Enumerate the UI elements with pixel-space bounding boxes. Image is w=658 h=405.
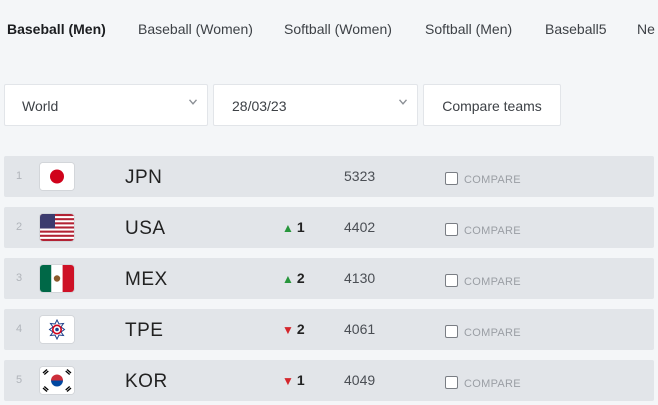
team-code: JPN	[125, 167, 163, 188]
chinese-taipei-flag-icon	[40, 316, 74, 343]
tab-baseball-women[interactable]: Baseball (Women)	[138, 21, 253, 37]
team-points: 4130	[344, 270, 376, 286]
rank-number: 1	[16, 170, 23, 182]
date-select[interactable]: 28/03/23	[213, 84, 418, 126]
team-points: 4402	[344, 219, 376, 235]
ranking-row: 4 TPE ▼ 2 4061 COMPARE	[4, 309, 654, 350]
tab-baseball-men[interactable]: Baseball (Men)	[7, 21, 106, 37]
checkbox-box[interactable]	[445, 172, 458, 185]
ranking-row: 2 USA ▲ 1 4402 COMPARE	[4, 207, 654, 248]
compare-label: COMPARE	[464, 378, 521, 390]
movement-value: 1	[296, 372, 305, 388]
tab-softball-women[interactable]: Softball (Women)	[284, 21, 392, 37]
arrow-up-icon: ▲	[282, 272, 294, 286]
team-code: MEX	[125, 269, 168, 290]
rank-movement: ▲ 1	[282, 219, 305, 235]
team-points: 4049	[344, 372, 376, 388]
compare-teams-button[interactable]: Compare teams	[423, 84, 561, 126]
movement-value: 2	[296, 270, 305, 286]
checkbox-box[interactable]	[445, 325, 458, 338]
compare-label: COMPARE	[464, 327, 521, 339]
ranking-row: 3 MEX ▲ 2 4130 COMPARE	[4, 258, 654, 299]
movement-value: 2	[296, 321, 305, 337]
japan-flag-icon	[40, 163, 74, 190]
ranking-row: 5 KOR ▼ 1 4049 COMPARE	[4, 360, 654, 401]
chevron-down-icon	[399, 99, 407, 105]
rank-number: 3	[16, 272, 23, 284]
team-points: 4061	[344, 321, 376, 337]
team-code: TPE	[125, 320, 164, 341]
chevron-down-icon	[189, 99, 197, 105]
sport-tabs: Baseball (Men) Baseball (Women) Softball…	[0, 0, 658, 60]
movement-value: 1	[296, 219, 305, 235]
compare-label: COMPARE	[464, 276, 521, 288]
ranking-row: 1 JPN 5323 COMPARE	[4, 156, 654, 197]
arrow-up-icon: ▲	[282, 221, 294, 235]
checkbox-box[interactable]	[445, 274, 458, 287]
arrow-down-icon: ▼	[282, 323, 294, 337]
rank-number: 2	[16, 221, 23, 233]
compare-checkbox[interactable]: COMPARE	[445, 323, 521, 341]
rank-movement: ▲ 2	[282, 270, 305, 286]
compare-checkbox[interactable]: COMPARE	[445, 272, 521, 290]
rank-number: 5	[16, 374, 23, 386]
compare-checkbox[interactable]: COMPARE	[445, 170, 521, 188]
checkbox-box[interactable]	[445, 376, 458, 389]
rank-movement: ▼ 2	[282, 321, 305, 337]
tab-baseball5[interactable]: Baseball5	[545, 21, 607, 37]
team-code: KOR	[125, 371, 168, 392]
date-select-value: 28/03/23	[232, 98, 287, 114]
checkbox-box[interactable]	[445, 223, 458, 236]
korea-flag-icon	[40, 367, 74, 394]
compare-checkbox[interactable]: COMPARE	[445, 221, 521, 239]
usa-flag-icon	[40, 214, 74, 241]
compare-teams-button-label: Compare teams	[442, 98, 542, 114]
region-select[interactable]: World	[4, 84, 208, 126]
rank-movement: ▼ 1	[282, 372, 305, 388]
compare-checkbox[interactable]: COMPARE	[445, 374, 521, 392]
arrow-down-icon: ▼	[282, 374, 294, 388]
mexico-flag-icon	[40, 265, 74, 292]
team-points: 5323	[344, 168, 376, 184]
compare-label: COMPARE	[464, 225, 521, 237]
team-code: USA	[125, 218, 166, 239]
compare-label: COMPARE	[464, 174, 521, 186]
rank-number: 4	[16, 323, 23, 335]
tab-ne[interactable]: Ne	[637, 21, 655, 37]
tab-softball-men[interactable]: Softball (Men)	[425, 21, 512, 37]
region-select-value: World	[22, 98, 59, 114]
